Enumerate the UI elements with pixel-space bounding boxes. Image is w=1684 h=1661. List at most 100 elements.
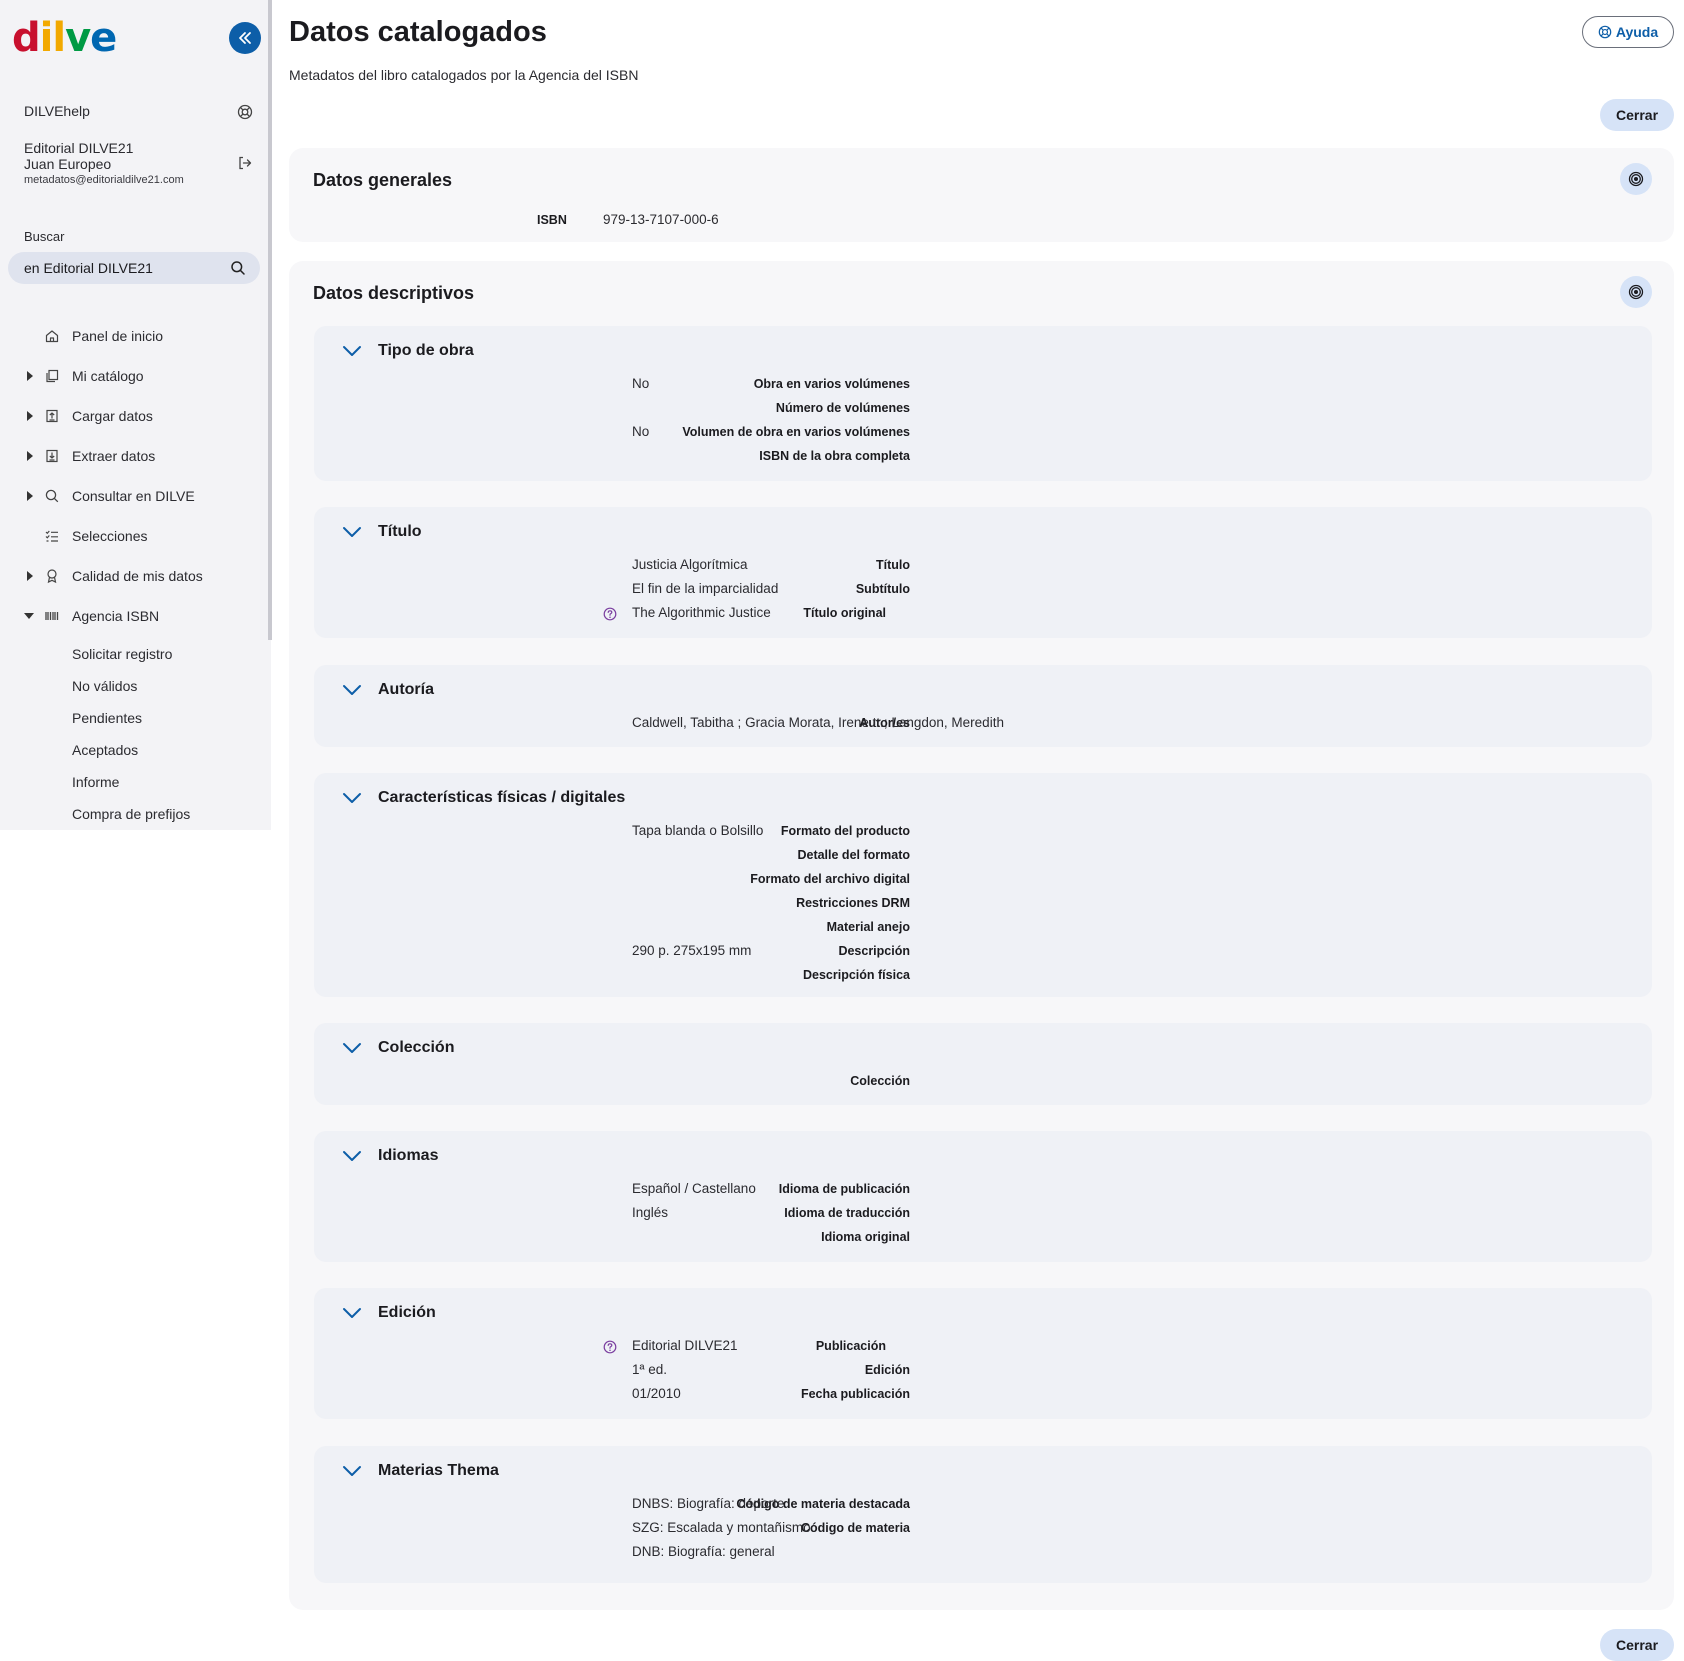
section-toggle-edicion[interactable]: Edición <box>342 1304 436 1322</box>
field-value: El fin de la imparcialidad <box>632 581 779 596</box>
upload-icon <box>46 409 58 423</box>
field-row: Idioma de publicación Español / Castellan… <box>314 1179 1652 1201</box>
section-toggle-caracteristicas-fisicas-digitales[interactable]: Características físicas / digitales <box>342 789 625 807</box>
caret-right-icon <box>27 411 33 421</box>
subnav-solicitar-registro[interactable]: Solicitar registro <box>72 646 172 662</box>
field-label: Detalle del formato <box>797 848 910 862</box>
field-label: Material anejo <box>826 920 910 934</box>
field-row: Título Justicia Algorítmica <box>314 555 1652 577</box>
sidebar: dilve DILVEhelp Editorial DILVE21 Juan E… <box>0 0 271 830</box>
nav-item-label: Selecciones <box>72 528 148 544</box>
section-card-caracteristicas-fisicas-digitales: Características físicas / digitales Forma… <box>314 773 1652 997</box>
books-icon <box>46 369 59 383</box>
nav-item-label: Extraer datos <box>72 448 156 464</box>
download-icon <box>46 449 58 463</box>
field-label: Formato del archivo digital <box>750 872 910 886</box>
nav-item-cargar-datos[interactable]: Cargar datos <box>0 400 271 432</box>
chevron-down-icon <box>343 685 361 695</box>
help-button[interactable]: Ayuda <box>1582 16 1674 48</box>
help-circle-icon[interactable] <box>603 1340 617 1354</box>
lifebuoy-icon <box>1598 25 1612 39</box>
field-label: Publicación <box>815 1339 886 1353</box>
section-card-tipo-de-obra: Tipo de obra Obra en varios volúmenes No Nú… <box>314 326 1652 481</box>
chevron-down-icon <box>343 793 361 803</box>
field-value: The Algorithmic Justice <box>632 605 771 620</box>
section-toggle-autoria[interactable]: Autoría <box>342 681 434 699</box>
expand-descriptive-button[interactable] <box>1620 276 1652 308</box>
caret-right-icon <box>27 371 33 381</box>
isbn-value: 979-13-7107-000-6 <box>603 212 719 227</box>
section-toggle-materias-thema[interactable]: Materias Thema <box>342 1462 499 1480</box>
nav-item-panel-de-inicio[interactable]: Panel de inicio <box>0 320 271 352</box>
field-value: Español / Castellano <box>632 1181 756 1196</box>
subnav-compra-de-prefijos[interactable]: Compra de prefijos <box>72 806 190 822</box>
search-input[interactable]: en Editorial DILVE21 <box>8 252 260 284</box>
section-toggle-tipo-de-obra[interactable]: Tipo de obra <box>342 342 474 360</box>
section-toggle-idiomas[interactable]: Idiomas <box>342 1147 438 1165</box>
dilve-logo[interactable]: dilve <box>12 15 117 61</box>
expand-general-button[interactable] <box>1620 163 1652 195</box>
search-icon[interactable] <box>230 260 246 276</box>
section-title: Materias Thema <box>378 1462 499 1479</box>
field-row: Código de materia destacada DNBS: Biograf… <box>314 1494 1652 1516</box>
subnav-informe[interactable]: Informe <box>72 774 119 790</box>
field-row: Volumen de obra en varios volúmenes No <box>314 422 1652 444</box>
section-card-materias-thema: Materias Thema Código de materia destacad… <box>314 1446 1652 1583</box>
field-label: Volumen de obra en varios volúmenes <box>682 425 910 439</box>
field-row: Publicación Editorial DILVE21 <box>314 1336 1652 1358</box>
barcode-icon <box>45 612 59 620</box>
collapse-sidebar-button[interactable] <box>229 22 261 54</box>
field-label: Descripción <box>838 944 910 958</box>
section-title: Idiomas <box>378 1147 439 1164</box>
caret-right-icon <box>27 451 33 461</box>
user-email: metadatos@editorialdilve21.com <box>24 174 184 186</box>
general-data-title: Datos generales <box>313 170 453 190</box>
field-value: Tapa blanda o Bolsillo <box>632 823 764 838</box>
field-value: Inglés <box>632 1205 669 1220</box>
dilvehelp-label[interactable]: DILVEhelp <box>24 103 90 119</box>
close-button-label: Cerrar <box>1615 1637 1659 1653</box>
chevron-down-icon <box>343 1151 361 1161</box>
help-button-label: Ayuda <box>1615 24 1659 40</box>
field-row: Descripción física <box>314 965 1652 987</box>
close-button-top[interactable]: Cerrar <box>1600 99 1674 131</box>
logo-letter: i <box>39 15 54 61</box>
logo-letter: l <box>52 15 66 61</box>
double-chevron-left-icon <box>239 32 251 44</box>
nav-item-consultar-en-dilve[interactable]: Consultar en DILVE <box>0 480 271 512</box>
nav-item-label: Agencia ISBN <box>72 608 160 624</box>
field-row: Colección <box>314 1071 1652 1093</box>
field-label: Edición <box>864 1363 910 1377</box>
help-circle-icon[interactable] <box>603 607 617 621</box>
field-row: Descripción 290 p. 275x195 mm <box>314 941 1652 963</box>
nav-item-label: Mi catálogo <box>72 368 144 384</box>
nav-item-selecciones[interactable]: Selecciones <box>0 520 271 552</box>
section-toggle-titulo[interactable]: Título <box>342 523 422 541</box>
logo-letter: e <box>90 15 117 61</box>
lifebuoy-icon[interactable] <box>237 104 253 120</box>
chevron-down-icon <box>343 527 361 537</box>
section-title: Título <box>378 523 422 540</box>
field-label: Subtítulo <box>855 582 910 596</box>
subnav-pendientes[interactable]: Pendientes <box>72 710 142 726</box>
field-label: Idioma de publicación <box>778 1182 910 1196</box>
section-title: Edición <box>378 1304 436 1321</box>
close-button-bottom[interactable]: Cerrar <box>1600 1629 1674 1661</box>
field-label: Descripción física <box>803 968 910 982</box>
caret-right-icon <box>27 491 33 501</box>
nav-item-calidad-de-mis-datos[interactable]: Calidad de mis datos <box>0 560 271 592</box>
logout-icon[interactable] <box>237 155 253 171</box>
nav-item-agencia-isbn[interactable]: Agencia ISBN <box>0 600 271 632</box>
subnav-aceptados[interactable]: Aceptados <box>72 742 138 758</box>
section-toggle-coleccion[interactable]: Colección <box>342 1039 454 1057</box>
nav-item-extraer-datos[interactable]: Extraer datos <box>0 440 271 472</box>
sidebar-scrollbar[interactable] <box>268 0 272 640</box>
field-label: ISBN de la obra completa <box>759 449 910 463</box>
target-icon <box>1628 284 1644 300</box>
section-card-coleccion: Colección Colección <box>314 1023 1652 1105</box>
chevron-down-icon <box>343 346 361 356</box>
subnav-no-validos[interactable]: No válidos <box>72 678 137 694</box>
field-label: Número de volúmenes <box>775 401 910 415</box>
field-value: 1ª ed. <box>632 1362 668 1377</box>
nav-item-mi-catalogo[interactable]: Mi catálogo <box>0 360 271 392</box>
